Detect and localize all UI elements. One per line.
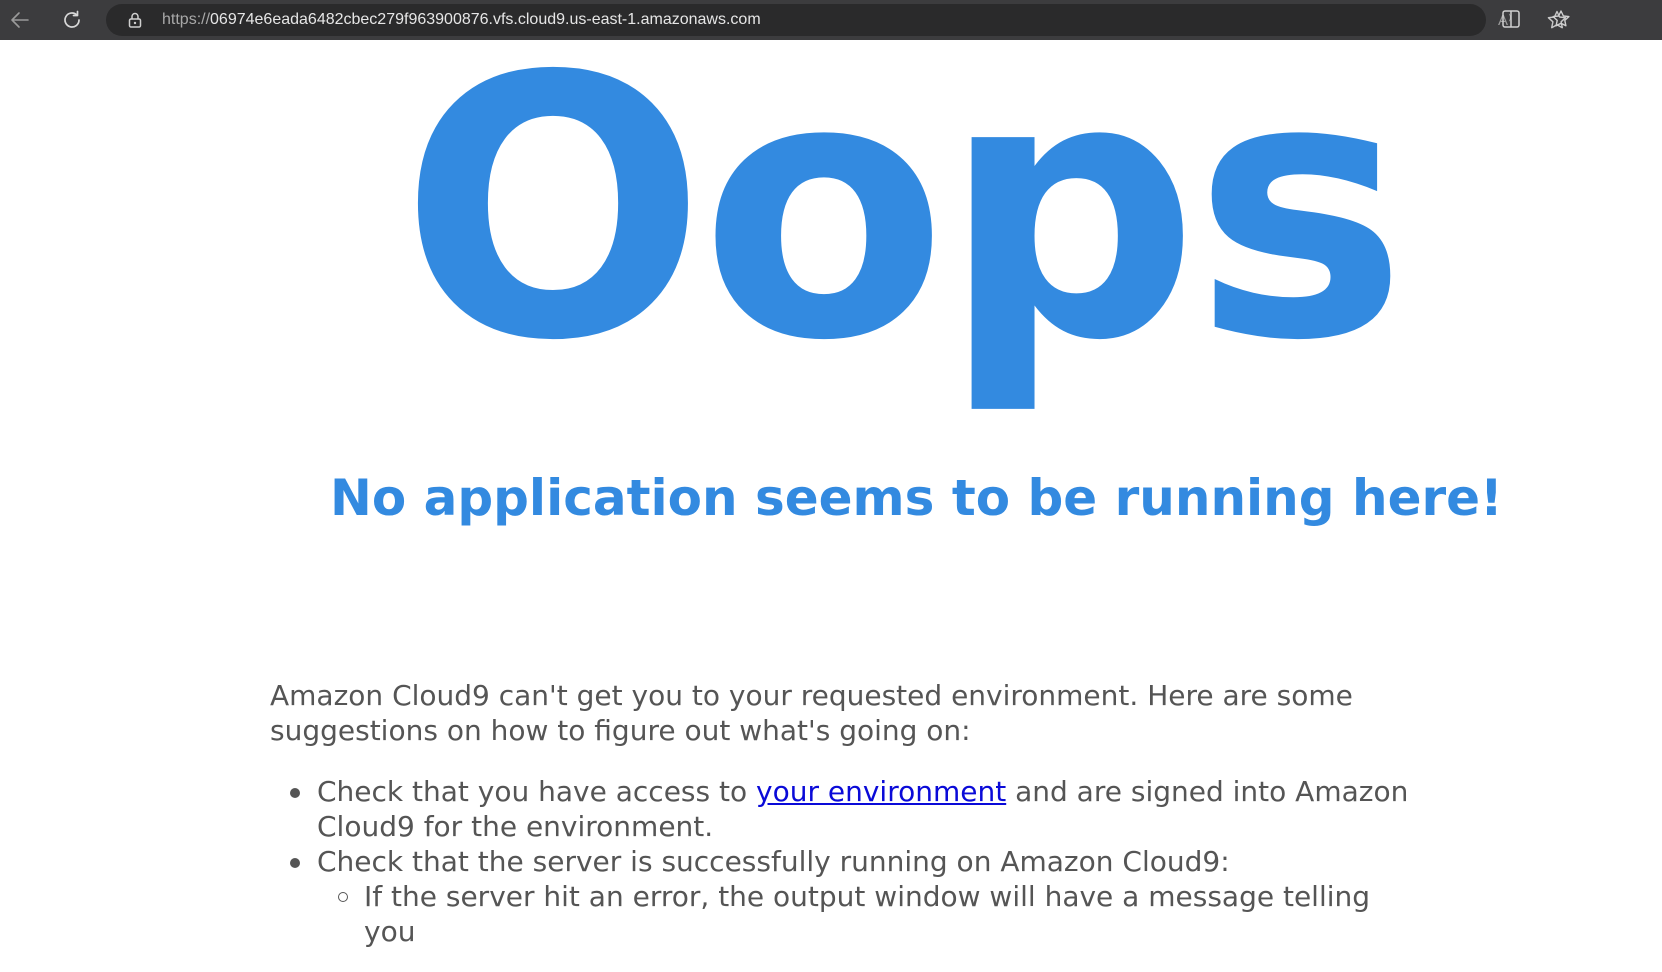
address-bar[interactable]: https://06974e6eada6482cbec279f963900876…	[106, 4, 1567, 36]
url-host: 06974e6eada6482cbec279f963900876.vfs.clo…	[210, 11, 761, 28]
suggestion-text: Check that the server is successfully ru…	[317, 845, 1230, 878]
your-environment-link[interactable]: your environment	[756, 775, 1006, 808]
collections-icon[interactable]	[1550, 8, 1572, 34]
url-scheme: https://	[162, 11, 211, 28]
suggestion-item-server: Check that the server is successfully ru…	[290, 844, 1430, 949]
suggestion-item-access: Check that you have access to your envir…	[290, 774, 1430, 844]
split-screen-icon[interactable]	[1500, 8, 1522, 34]
reload-icon[interactable]	[56, 4, 88, 36]
error-page: Oops No application seems to be running …	[0, 40, 1662, 972]
back-arrow-icon[interactable]	[4, 4, 36, 36]
sub-list-item: If the server hit an error, the output w…	[338, 879, 1430, 949]
intro-paragraph: Amazon Cloud9 can't get you to your requ…	[270, 679, 1353, 747]
server-sub-list: If the server hit an error, the output w…	[317, 879, 1430, 949]
url-text[interactable]: https://06974e6eada6482cbec279f963900876…	[162, 10, 761, 30]
suggestion-list: Check that you have access to your envir…	[270, 774, 1430, 949]
oops-headline: Oops	[400, 40, 1407, 419]
browser-toolbar: https://06974e6eada6482cbec279f963900876…	[0, 0, 1662, 40]
lock-icon[interactable]	[126, 11, 144, 29]
error-subtitle: No application seems to be running here!	[330, 469, 1503, 527]
suggestion-text: Check that you have access to	[317, 775, 757, 808]
help-section: Amazon Cloud9 can't get you to your requ…	[270, 678, 1430, 949]
